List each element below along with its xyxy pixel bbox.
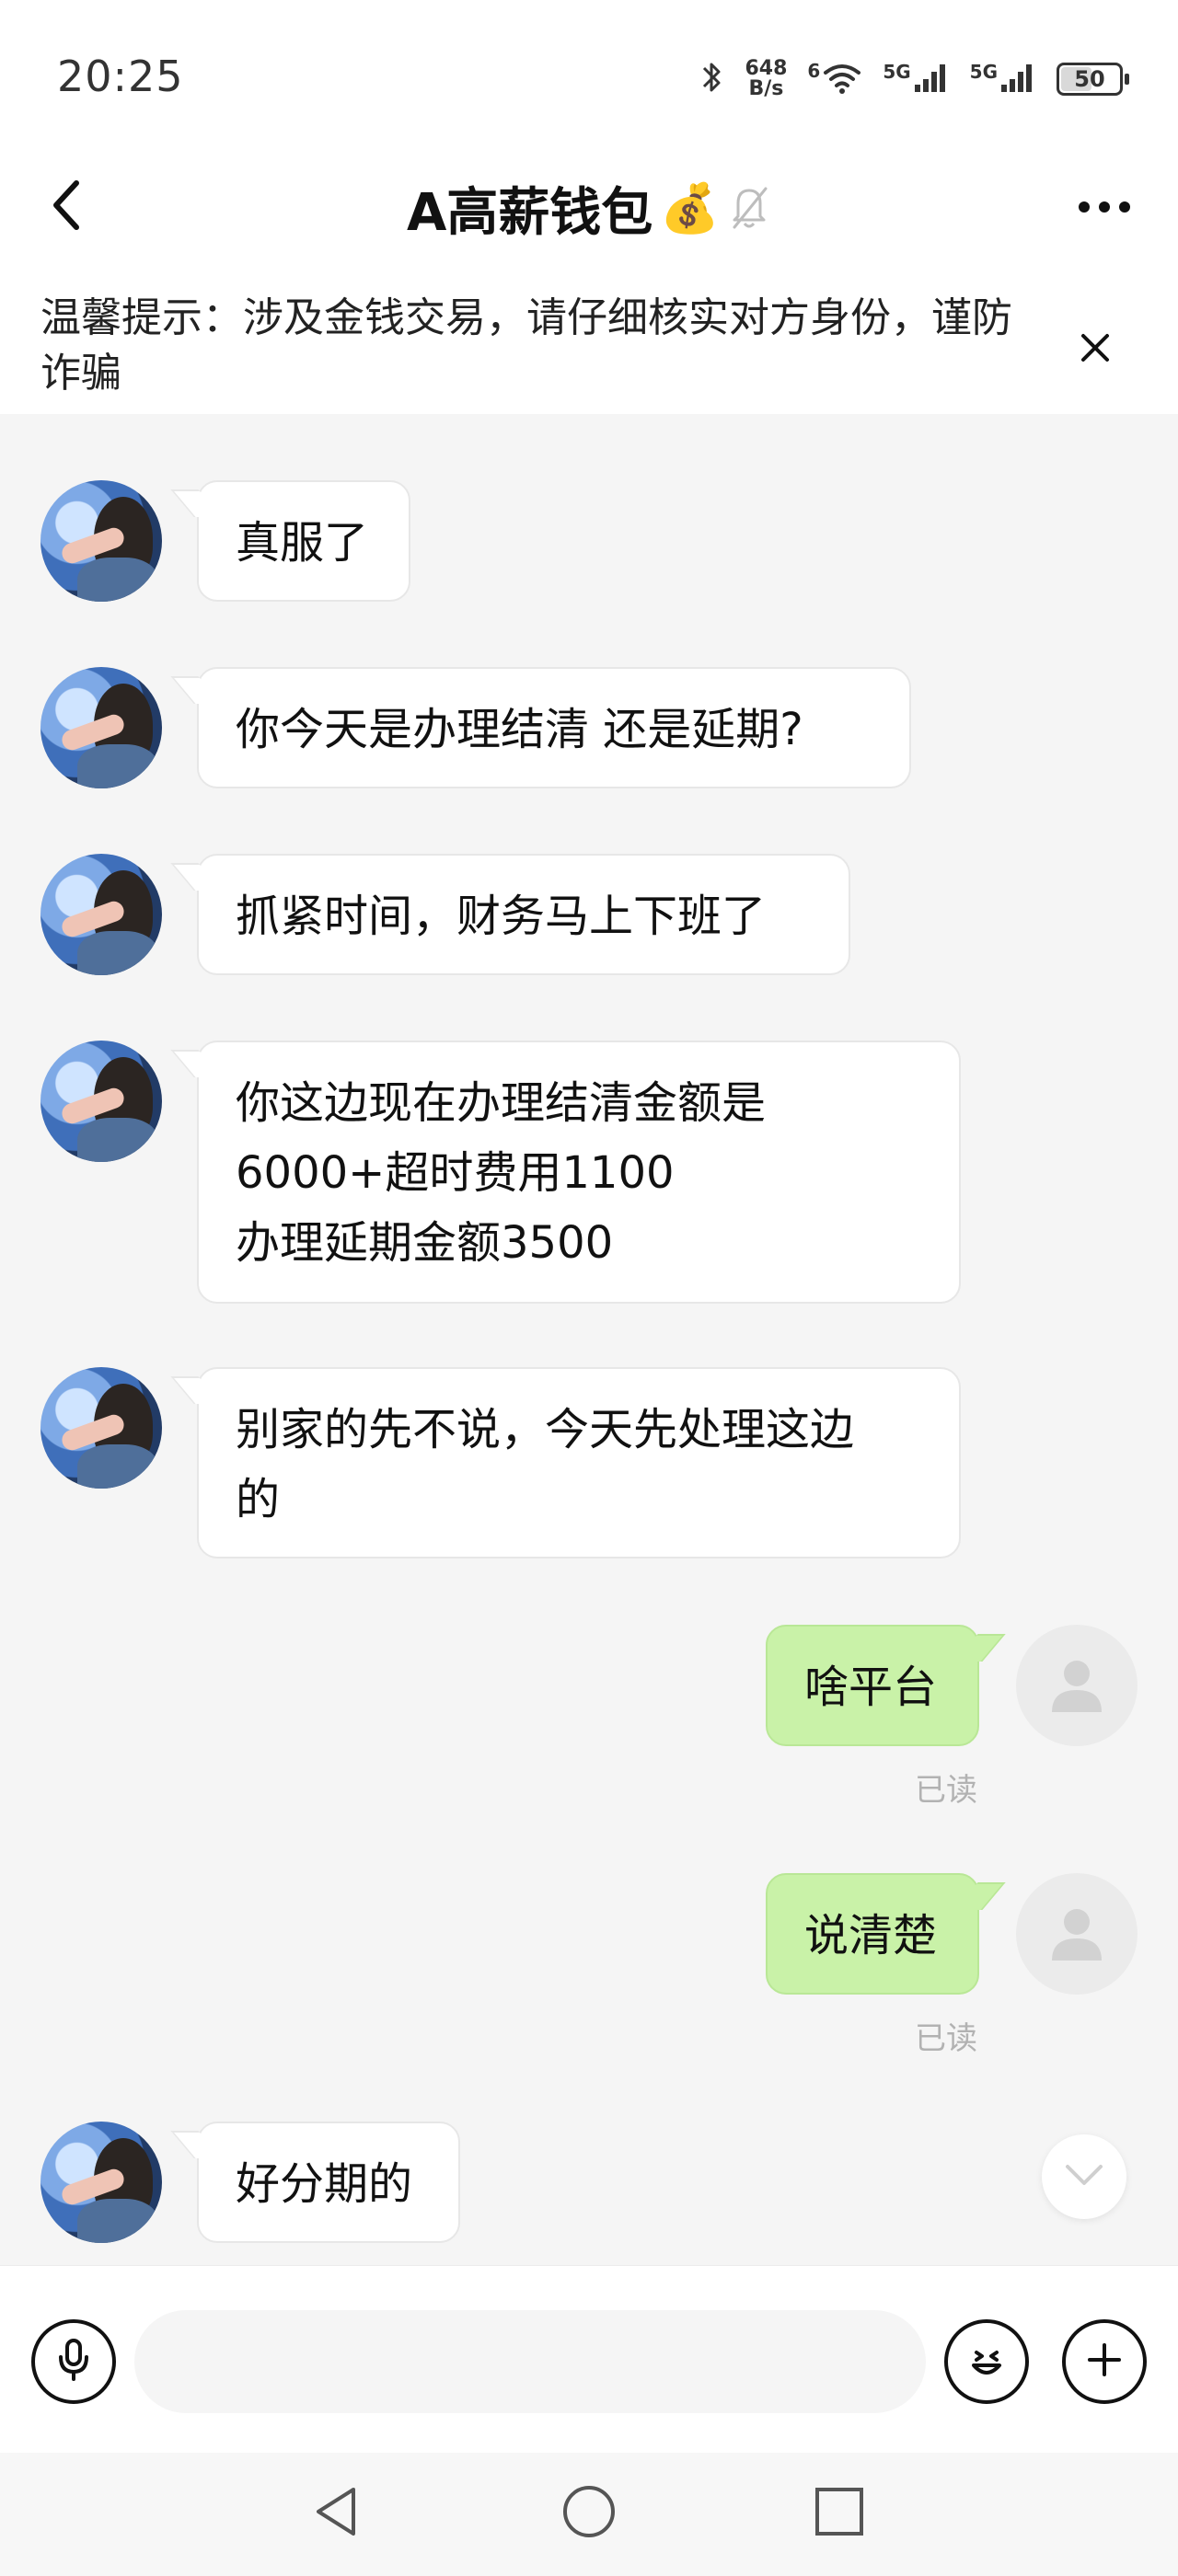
nav-back-button[interactable] (291, 2467, 383, 2559)
network-speed-value: 648 (745, 57, 788, 80)
triangle-back-icon (311, 2484, 363, 2543)
page-title: A高薪钱包 (406, 183, 653, 243)
message-line: 别家的先不说，今天先处理这边 (236, 1404, 855, 1455)
avatar[interactable] (40, 1041, 162, 1162)
bell-off-icon (727, 181, 771, 236)
safety-notice: 温馨提示：涉及金钱交易，请仔细核实对方身份，谨防诈骗 (0, 276, 1178, 414)
plus-icon (1084, 2340, 1125, 2384)
message-bubble-outgoing[interactable]: 啥平台 (766, 1625, 979, 1746)
message-line: 你这边现在办理结清金额是 (236, 1077, 767, 1129)
wifi-icon (822, 60, 862, 98)
close-icon (1080, 332, 1111, 367)
sim2-label: 5G (969, 61, 998, 83)
signal-icon (999, 61, 1036, 98)
more-dot (1119, 201, 1130, 213)
network-speed: 648 B/s (745, 59, 787, 99)
sim1-signal: 5G (883, 61, 949, 98)
scroll-to-bottom-button[interactable] (1042, 2134, 1126, 2219)
avatar[interactable] (40, 854, 162, 975)
nav-home-button[interactable] (543, 2467, 635, 2559)
message-text: 真服了 (236, 517, 369, 569)
message-line: 6000+超时费用1100 (236, 1147, 675, 1199)
bluetooth-icon (699, 59, 724, 99)
voice-button[interactable] (31, 2319, 116, 2404)
system-nav-bar (0, 2453, 1178, 2576)
avatar[interactable] (1016, 1625, 1138, 1746)
message-text: 啥平台 (804, 1662, 938, 1713)
more-horizontal-icon (1079, 201, 1090, 213)
status-icons: 648 B/s 6 5G 5G 50 (699, 52, 1129, 107)
user-icon (1045, 1900, 1109, 1968)
battery-icon: 50 (1057, 63, 1129, 96)
wifi-status: 6 (807, 60, 862, 98)
sim1-label: 5G (883, 61, 911, 83)
notice-text: 温馨提示：涉及金钱交易，请仔细核实对方身份，谨防诈骗 (40, 294, 1012, 397)
smile-icon (963, 2336, 1011, 2387)
message-bubble[interactable]: 真服了 (197, 480, 410, 602)
more-dot (1099, 201, 1110, 213)
avatar[interactable] (1016, 1873, 1138, 1995)
avatar-body (77, 744, 158, 788)
message-bubble[interactable]: 你这边现在办理结清金额是 6000+超时费用1100 办理延期金额3500 (197, 1041, 961, 1304)
square-recent-icon (814, 2486, 865, 2541)
message-text: 抓紧时间，财务马上下班了 (236, 891, 767, 942)
more-button[interactable] (1068, 175, 1141, 239)
signal-icon (913, 61, 950, 98)
battery-level: 50 (1074, 66, 1105, 92)
read-status: 已读 (915, 2020, 977, 2057)
input-bar (0, 2265, 1178, 2454)
message-bubble-outgoing[interactable]: 说清楚 (766, 1873, 979, 1995)
avatar[interactable] (40, 480, 162, 602)
wifi-label: 6 (807, 60, 821, 82)
microphone-icon (55, 2337, 92, 2386)
money-bag-emoji: 💰 (660, 181, 721, 236)
message-input[interactable] (134, 2310, 926, 2413)
message-line: 的 (236, 1474, 281, 1525)
avatar[interactable] (40, 1367, 162, 1489)
message-text: 好分期的 (236, 2158, 413, 2210)
sim2-signal: 5G (970, 61, 1036, 98)
message-line: 办理延期金额3500 (236, 1217, 614, 1269)
message-bubble[interactable]: 好分期的 (197, 2122, 460, 2243)
notice-close-button[interactable] (1068, 322, 1123, 377)
avatar[interactable] (40, 667, 162, 788)
circle-home-icon (561, 2484, 617, 2543)
avatar-body (77, 931, 158, 975)
read-status: 已读 (915, 1772, 977, 1809)
message-bubble[interactable]: 抓紧时间，财务马上下班了 (197, 854, 850, 975)
message-text: 你今天是办理结清 还是延期? (236, 704, 803, 755)
title-group: A高薪钱包 💰 (0, 171, 1178, 246)
add-button[interactable] (1062, 2319, 1147, 2404)
message-bubble[interactable]: 别家的先不说，今天先处理这边 的 (197, 1367, 961, 1558)
message-text: 说清楚 (804, 1910, 938, 1961)
network-speed-unit: B/s (748, 77, 784, 100)
nav-recent-button[interactable] (793, 2467, 885, 2559)
chevron-down-icon (1064, 2163, 1104, 2191)
avatar[interactable] (40, 2122, 162, 2243)
avatar-body (77, 1444, 158, 1489)
emoji-button[interactable] (944, 2319, 1029, 2404)
chat-header: A高薪钱包 💰 (0, 138, 1178, 276)
user-icon (1045, 1651, 1109, 1719)
avatar-body (77, 558, 158, 602)
status-bar: 20:25 648 B/s 6 5G 5G 50 (0, 0, 1178, 138)
status-time: 20:25 (57, 52, 184, 101)
avatar-body (77, 2199, 158, 2243)
message-bubble[interactable]: 你今天是办理结清 还是延期? (197, 667, 911, 788)
avatar-body (77, 1118, 158, 1162)
